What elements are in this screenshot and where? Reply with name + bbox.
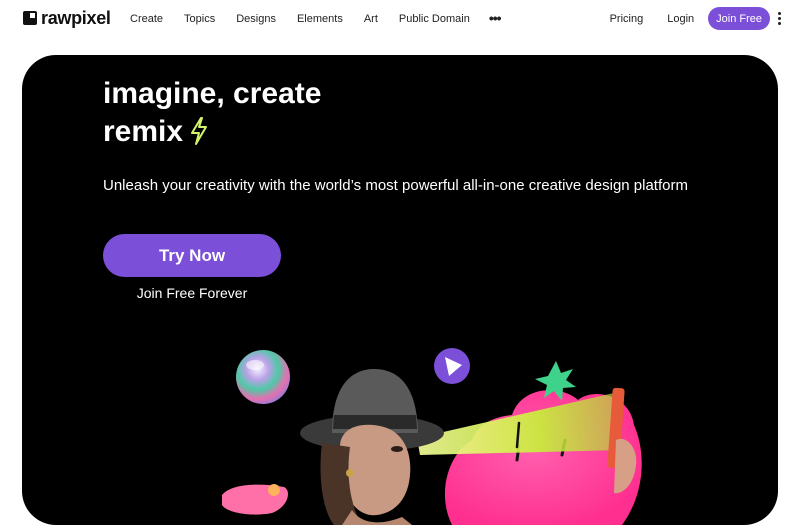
pink-shape-graphic [222, 484, 288, 515]
play-badge-icon [434, 348, 470, 384]
bubble-graphic [236, 350, 290, 404]
nav-art[interactable]: Art [364, 12, 378, 26]
main-nav: Create Topics Designs Elements Art Publi… [130, 11, 502, 26]
logo-text: rawpixel [41, 8, 111, 28]
more-dots-icon[interactable]: ••• [489, 11, 502, 26]
nav-elements[interactable]: Elements [297, 12, 343, 26]
nav-pricing[interactable]: Pricing [610, 12, 644, 26]
rawpixel-logo[interactable]: rawpixel [23, 9, 111, 27]
nav-public-domain[interactable]: Public Domain [399, 12, 470, 26]
join-free-button[interactable]: Join Free [708, 7, 770, 30]
nav-actions: Pricing Login Join Free [610, 7, 782, 30]
nav-designs[interactable]: Designs [236, 12, 276, 26]
nav-create[interactable]: Create [130, 12, 163, 26]
nav-login[interactable]: Login [667, 12, 694, 26]
nav-topics[interactable]: Topics [184, 12, 215, 26]
hero-collage-illustration [222, 348, 642, 525]
logo-mark-icon [23, 11, 37, 25]
top-navigation: rawpixel Create Topics Designs Elements … [0, 0, 800, 38]
kebab-menu-icon[interactable] [776, 12, 782, 25]
hero-section: imagine, create remix Unleash your creat… [22, 55, 778, 525]
